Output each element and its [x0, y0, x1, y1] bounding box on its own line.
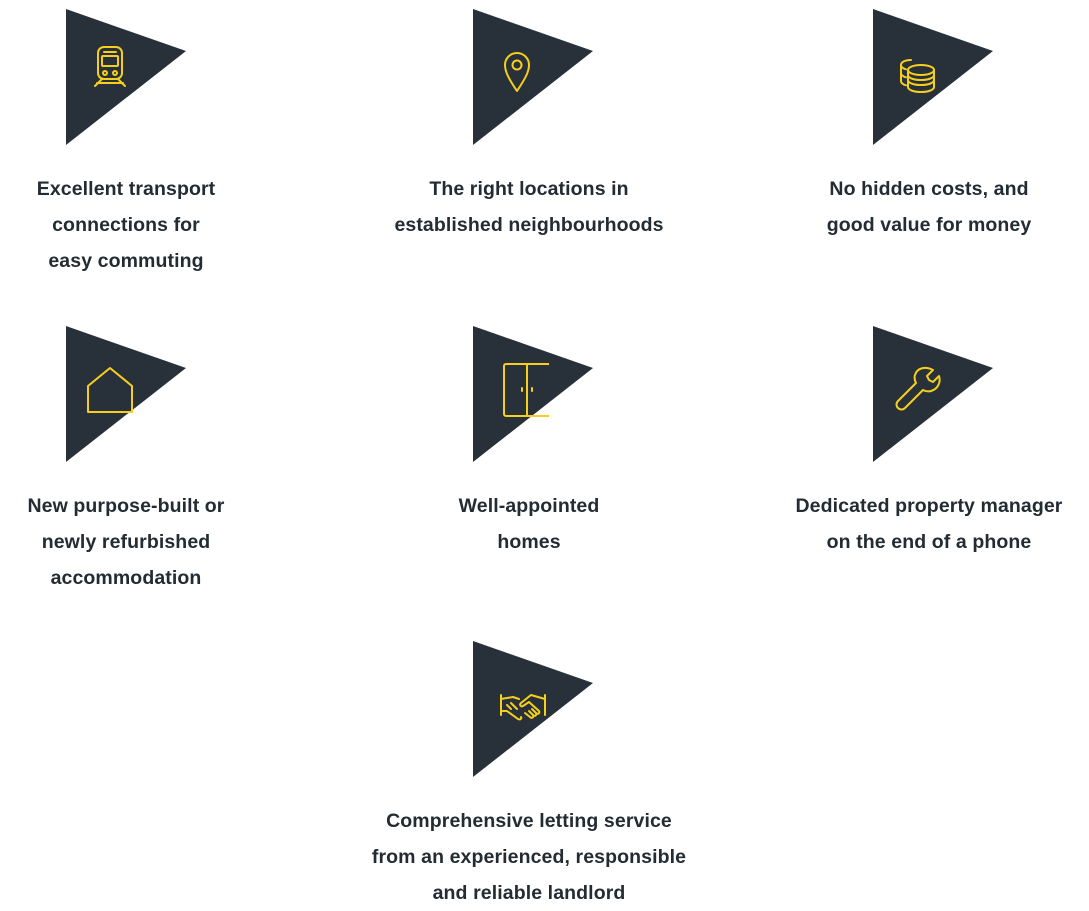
feature-badge [873, 326, 993, 462]
caption-line: New purpose-built or [27, 495, 225, 517]
caption-line: Comprehensive letting service [386, 810, 672, 832]
feature-caption: Well-appointed homes [359, 488, 699, 560]
feature-caption: Comprehensive letting service from an ex… [359, 803, 699, 911]
feature-caption: No hidden costs, and good value for mone… [759, 171, 1089, 243]
coins-stack-icon [885, 39, 949, 103]
feature-badge [473, 641, 593, 777]
caption-line: Dedicated property manager [795, 495, 1063, 517]
handshake-icon [485, 671, 549, 735]
map-pin-icon [485, 39, 549, 103]
caption-line: easy commuting [48, 250, 204, 272]
caption-line: No hidden costs, and [829, 178, 1029, 200]
wardrobe-icon [485, 356, 549, 420]
caption-line: Excellent transport [36, 178, 216, 200]
feature-badge [873, 9, 993, 145]
feature-badge [473, 9, 593, 145]
feature-badge [66, 9, 186, 145]
house-icon [78, 356, 142, 420]
caption-line: and reliable landlord [432, 882, 626, 904]
feature-caption: New purpose-built or newly refurbished a… [0, 488, 296, 596]
feature-caption: Dedicated property manager on the end of… [759, 488, 1089, 560]
caption-line: on the end of a phone [826, 531, 1032, 553]
features-page: { "colors": { "badge": "#28303a", "icon_… [0, 0, 1089, 907]
caption-line: The right locations in [429, 178, 629, 200]
caption-line: Well-appointed [458, 495, 600, 517]
wrench-icon [885, 356, 949, 420]
feature-caption: The right locations in established neigh… [359, 171, 699, 243]
caption-line: established neighbourhoods [394, 214, 664, 236]
feature-badge [473, 326, 593, 462]
caption-line: homes [497, 531, 561, 553]
caption-line: good value for money [826, 214, 1032, 236]
caption-line: from an experienced, responsible [371, 846, 687, 868]
feature-caption: Excellent transport connections for easy… [0, 171, 296, 279]
caption-line: newly refurbished [41, 531, 211, 553]
feature-badge [66, 326, 186, 462]
train-icon [78, 39, 142, 103]
caption-line: connections for [52, 214, 200, 236]
caption-line: accommodation [50, 567, 202, 589]
